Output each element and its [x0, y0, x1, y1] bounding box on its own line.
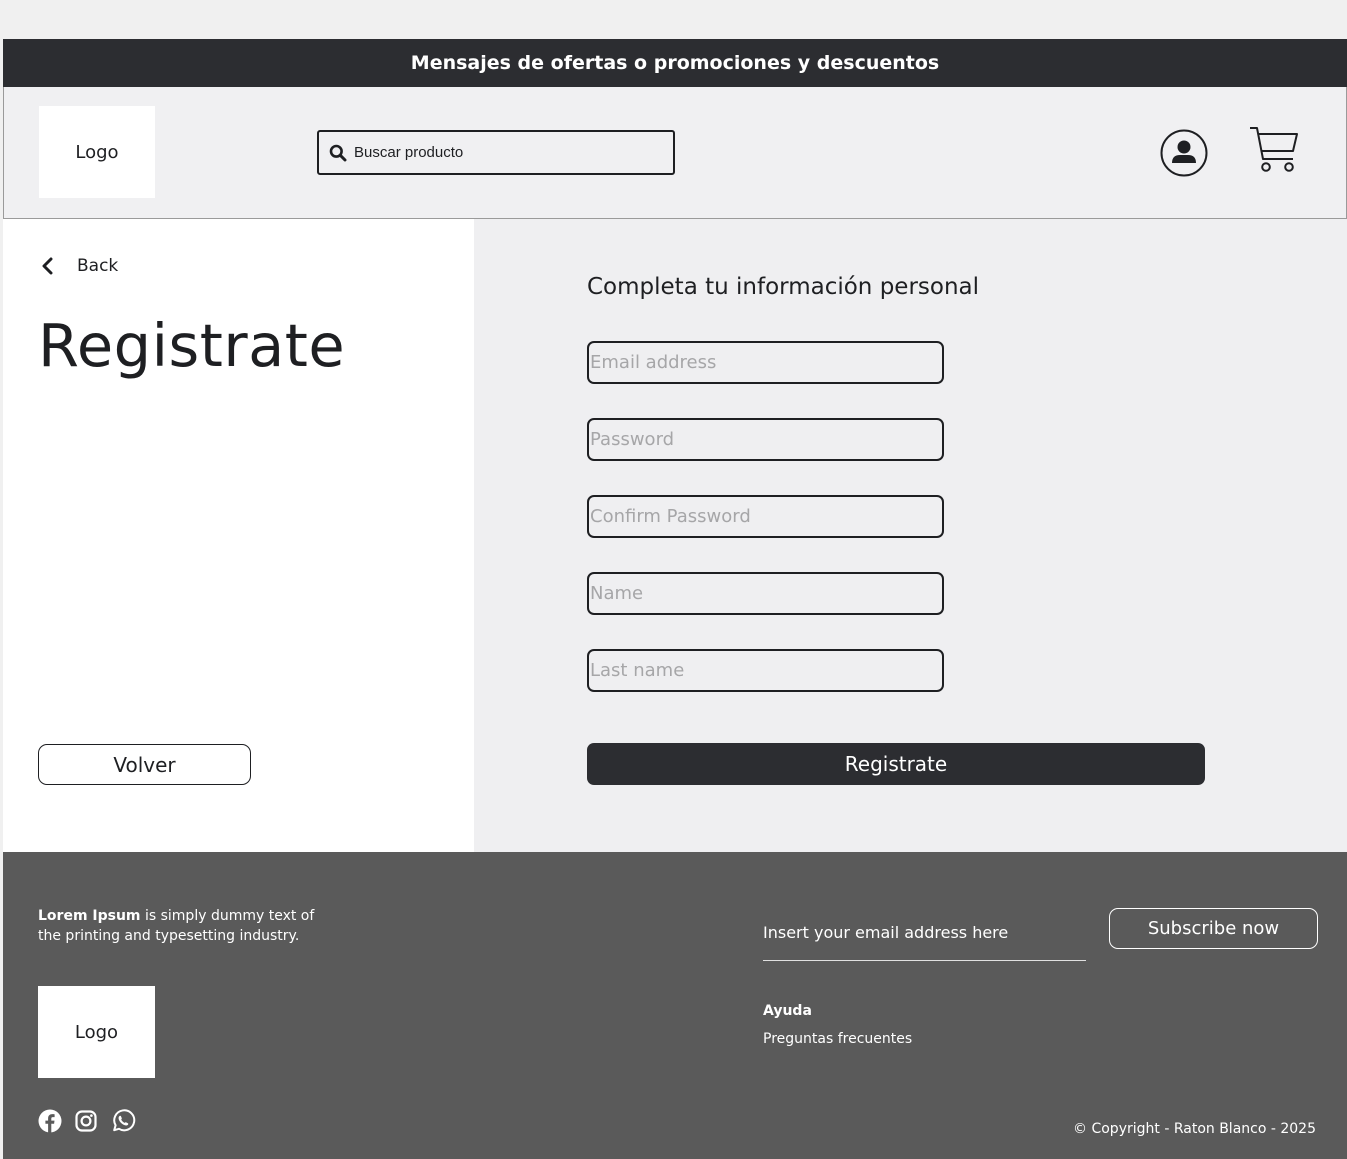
chevron-left-icon: [41, 257, 55, 275]
footer-logo[interactable]: Logo: [38, 986, 155, 1078]
email-field[interactable]: [587, 341, 944, 384]
facebook-icon[interactable]: [38, 1109, 62, 1133]
last-name-field[interactable]: [587, 649, 944, 692]
social-links: [38, 1108, 148, 1134]
footer: Lorem Ipsum is simply dummy text of the …: [3, 852, 1347, 1159]
back-label: Back: [77, 256, 119, 276]
register-button[interactable]: Registrate: [587, 743, 1205, 785]
whatsapp-icon[interactable]: [110, 1108, 136, 1134]
cart-icon[interactable]: [1248, 125, 1300, 175]
page-title: Registrate: [38, 311, 346, 380]
subscribe-button[interactable]: Subscribe now: [1109, 908, 1318, 949]
password-field[interactable]: [587, 418, 944, 461]
page: Mensajes de ofertas o promociones y desc…: [0, 0, 1347, 1159]
copyright-text: © Copyright - Raton Blanco - 2025: [1073, 1121, 1316, 1137]
promo-text: Mensajes de ofertas o promociones y desc…: [410, 52, 940, 74]
footer-logo-label: Logo: [74, 1021, 119, 1043]
volver-button[interactable]: Volver: [38, 744, 251, 785]
confirm-password-field[interactable]: [587, 495, 944, 538]
register-form: Completa tu información personal Registr…: [474, 219, 1347, 852]
help-heading: Ayuda: [763, 1003, 812, 1019]
search-input[interactable]: [354, 144, 654, 161]
back-link[interactable]: Back: [41, 256, 118, 276]
footer-desc-bold: Lorem Ipsum: [38, 908, 141, 924]
header-logo-label: Logo: [75, 141, 119, 163]
form-heading: Completa tu información personal: [587, 274, 980, 300]
left-panel: Back Registrate Volver: [3, 219, 474, 852]
name-field[interactable]: [587, 572, 944, 615]
search-box[interactable]: [317, 130, 675, 175]
header: Logo: [3, 87, 1347, 219]
header-logo[interactable]: Logo: [39, 106, 155, 198]
newsletter-email-input[interactable]: [763, 917, 1086, 961]
faq-link[interactable]: Preguntas frecuentes: [763, 1031, 912, 1047]
user-icon[interactable]: [1159, 128, 1209, 178]
instagram-icon[interactable]: [74, 1109, 98, 1133]
promo-bar: Mensajes de ofertas o promociones y desc…: [3, 39, 1347, 87]
search-icon[interactable]: [329, 144, 347, 162]
footer-description: Lorem Ipsum is simply dummy text of the …: [38, 906, 338, 946]
